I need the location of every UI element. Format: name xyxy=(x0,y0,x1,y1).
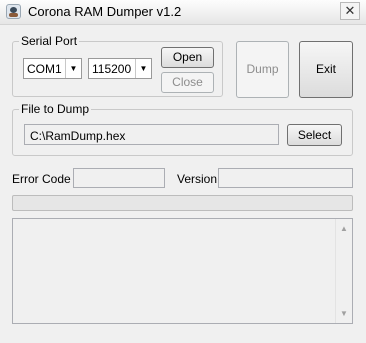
error-code-label: Error Code xyxy=(12,172,71,186)
version-label: Version xyxy=(177,172,218,186)
chevron-down-icon[interactable]: ▼ xyxy=(65,59,81,78)
port-select[interactable]: COM1 ▼ xyxy=(23,58,82,79)
serial-port-legend: Serial Port xyxy=(19,34,80,48)
log-scrollbar[interactable]: ▲ ▼ xyxy=(335,219,352,323)
file-path-field[interactable]: C:\RamDump.hex xyxy=(24,124,279,145)
scroll-down-icon[interactable]: ▼ xyxy=(336,305,352,322)
window-title: Corona RAM Dumper v1.2 xyxy=(28,4,182,19)
log-output[interactable]: ▲ ▼ xyxy=(12,218,353,324)
exit-button[interactable]: Exit xyxy=(299,41,353,98)
dump-button[interactable]: Dump xyxy=(236,41,289,98)
app-window: Corona RAM Dumper v1.2 ✕ Serial Port COM… xyxy=(0,0,366,343)
error-code-field xyxy=(73,168,165,188)
version-field xyxy=(218,168,353,188)
port-select-value: COM1 xyxy=(27,62,62,76)
select-file-button[interactable]: Select xyxy=(287,124,342,146)
baud-rate-select[interactable]: 115200 ▼ xyxy=(88,58,152,79)
title-bar[interactable]: Corona RAM Dumper v1.2 ✕ xyxy=(0,0,366,25)
baud-rate-select-value: 115200 xyxy=(92,62,132,76)
scroll-up-icon[interactable]: ▲ xyxy=(336,220,352,237)
chevron-down-icon[interactable]: ▼ xyxy=(135,59,151,78)
file-path-value: C:\RamDump.hex xyxy=(30,129,126,143)
dump-progress-bar xyxy=(12,195,353,211)
file-to-dump-legend: File to Dump xyxy=(19,102,92,116)
close-port-button[interactable]: Close xyxy=(161,72,214,93)
window-close-button[interactable]: ✕ xyxy=(340,2,360,20)
app-icon xyxy=(6,4,21,19)
open-button[interactable]: Open xyxy=(161,47,214,68)
